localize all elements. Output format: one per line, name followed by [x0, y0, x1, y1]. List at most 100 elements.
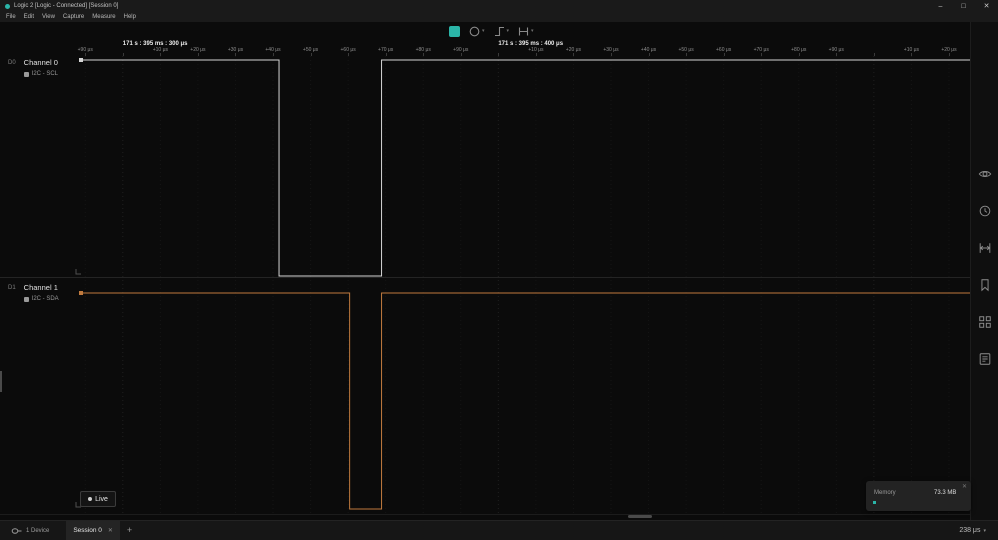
menu-help[interactable]: Help [120, 12, 140, 22]
new-tab-button[interactable]: + [127, 526, 132, 535]
status-bar: 1 Device Session 0 ✕ + 238 μs ▾ [0, 520, 998, 540]
menu-file[interactable]: File [2, 12, 20, 22]
memory-popup: Memory 73.3 MB ✕ [866, 481, 971, 511]
channel-analyzer[interactable]: I2C - SDA [23, 296, 59, 302]
main-area: ▾ ▾ ▾ +90 μs 171 s : 395 ms : 300 μs +10 μ… [0, 22, 998, 520]
channel-id: D0 [8, 60, 16, 66]
ruler-minor-label: +40 μs [265, 47, 281, 53]
waveform-canvas[interactable] [80, 56, 970, 514]
ruler-minor-label: +90 μs [453, 47, 469, 53]
measurement-icon[interactable] [978, 241, 992, 255]
memory-title: Memory [874, 490, 896, 496]
extensions-grid-icon[interactable] [978, 315, 992, 329]
channel-id: D1 [8, 285, 16, 291]
analyzer-label: I2C - SDA [31, 296, 59, 302]
ruler-minor-label: +70 μs [378, 47, 394, 53]
ruler-tick [761, 53, 763, 56]
ruler-minor-label: +70 μs [753, 47, 769, 53]
ruler-minor-label: +20 μs [941, 47, 957, 53]
ruler-minor-label: +90 μs [828, 47, 844, 53]
channel-0-header[interactable]: D0 Channel 0 I2C - SCL [8, 58, 58, 77]
menu-measure[interactable]: Measure [88, 12, 119, 22]
ruler-minor-label: +10 μs [528, 47, 544, 53]
ruler-tick [122, 53, 124, 56]
memory-value: 73.3 MB [934, 490, 957, 496]
ruler-tick [723, 53, 725, 56]
tab-close-icon[interactable]: ✕ [108, 527, 113, 534]
menu-view[interactable]: View [38, 12, 59, 22]
ruler-tick [85, 53, 87, 56]
notes-icon[interactable] [978, 352, 992, 366]
device-status[interactable]: 1 Device [11, 526, 49, 536]
window-title: Logic 2 [Logic - Connected] [Session 0] [14, 3, 119, 9]
stop-capture-button[interactable] [449, 25, 460, 37]
menu-bar: File Edit View Capture Measure Help [0, 12, 998, 22]
ruler-minor-label: +60 μs [340, 47, 356, 53]
bookmark-icon[interactable] [978, 278, 992, 292]
ruler-tick [273, 53, 275, 56]
memory-legend-dot [873, 501, 876, 504]
wave-area-bottom-divider [0, 514, 970, 515]
analyzer-label: I2C - SCL [31, 71, 59, 77]
ruler-minor-label: +60 μs [716, 47, 732, 53]
ruler-minor-label: +80 μs [415, 47, 431, 53]
time-span-control[interactable]: 238 μs ▾ [959, 527, 986, 534]
ruler-tick [460, 53, 462, 56]
eye-icon[interactable] [978, 167, 992, 181]
ruler-tick [310, 53, 312, 56]
ruler-tick [197, 53, 199, 56]
menu-edit[interactable]: Edit [20, 12, 38, 22]
analyzer-color-swatch [23, 71, 29, 77]
clock-icon[interactable] [978, 204, 992, 218]
analyzer-color-swatch [23, 296, 29, 302]
channel-divider [0, 277, 970, 278]
ruler-minor-label: +10 μs [152, 47, 168, 53]
ruler-tick [948, 53, 950, 56]
ruler-minor-label: +90 μs [77, 47, 93, 53]
pulse-mode-button[interactable]: ▾ [518, 26, 534, 37]
live-label: Live [95, 495, 108, 503]
trigger-mode-button[interactable]: ▾ [494, 26, 510, 37]
chevron-down-icon: ▾ [531, 27, 534, 34]
chevron-down-icon: ▾ [506, 27, 510, 34]
device-icon [11, 527, 22, 534]
logic2-app: { "window": { "title": "Logic 2 [Logic -… [0, 0, 998, 540]
device-label: 1 Device [26, 527, 50, 534]
tab-label: Session 0 [73, 527, 102, 534]
app-logo-icon [5, 3, 10, 9]
ruler-minor-label: +80 μs [791, 47, 807, 53]
ruler-tick [573, 53, 575, 56]
live-button[interactable]: Live [80, 491, 116, 507]
horizontal-scrollbar-thumb[interactable] [628, 515, 652, 518]
ruler-tick [535, 53, 537, 56]
time-ruler[interactable]: +90 μs 171 s : 395 ms : 300 μs +10 μs +20 μ… [0, 40, 970, 56]
channel-name[interactable]: Channel 0 [24, 58, 58, 67]
close-button[interactable]: ✕ [975, 0, 998, 12]
maximize-button[interactable]: □ [952, 0, 975, 12]
timer-mode-button[interactable]: ▾ [469, 26, 485, 37]
channel-analyzer[interactable]: I2C - SCL [23, 71, 59, 77]
minimize-button[interactable]: – [929, 0, 952, 12]
ruler-tick [873, 53, 875, 56]
tab-session-0[interactable]: Session 0 ✕ [66, 521, 120, 540]
time-span-value: 238 μs [959, 527, 981, 534]
right-sidebar [970, 22, 998, 520]
vertical-scrollbar-thumb[interactable] [0, 371, 2, 392]
ruler-tick [911, 53, 913, 56]
ruler-tick [498, 53, 500, 56]
ruler-tick [686, 53, 688, 56]
ruler-minor-label: +40 μs [640, 47, 657, 53]
chevron-down-icon: ▾ [482, 27, 485, 34]
ruler-tick [610, 53, 612, 56]
memory-close-button[interactable]: ✕ [962, 483, 967, 490]
ruler-tick [160, 53, 162, 56]
ruler-tick [648, 53, 650, 56]
channel-1-header[interactable]: D1 Channel 1 I2C - SDA [8, 283, 59, 302]
menu-capture[interactable]: Capture [59, 12, 88, 22]
capture-toolbar: ▾ ▾ ▾ [449, 23, 534, 39]
ruler-minor-label: +20 μs [190, 47, 206, 53]
channel-name[interactable]: Channel 1 [24, 283, 59, 292]
chevron-down-icon: ▾ [983, 527, 986, 534]
window-controls: – □ ✕ [929, 0, 998, 12]
ruler-minor-label: +20 μs [565, 47, 582, 53]
